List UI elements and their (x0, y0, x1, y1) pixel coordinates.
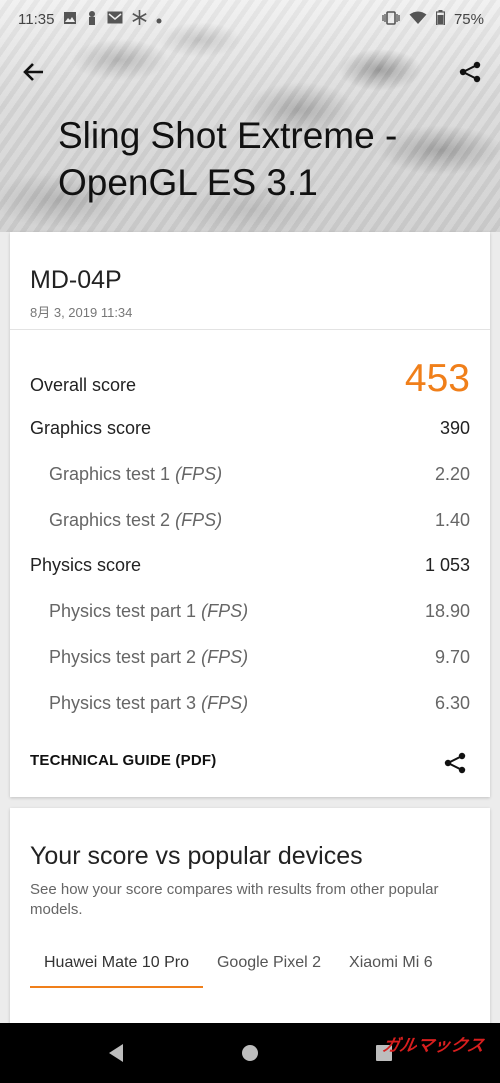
tab-xiaomi-mi-6[interactable]: Xiaomi Mi 6 (335, 948, 447, 988)
snowflake-icon (132, 10, 148, 28)
wifi-icon (409, 11, 427, 28)
result-date: 8月 3, 2019 11:34 (30, 305, 133, 320)
test-name: Physics test part 1 (49, 600, 197, 621)
overall-score-row: Overall score 453 (10, 354, 490, 404)
status-time: 11:35 (18, 10, 55, 28)
status-left: 11:35 (18, 10, 162, 28)
result-card: MD-04P 8月 3, 2019 11:34 Overall score 45… (10, 232, 490, 797)
physics-test-value: 9.70 (434, 646, 470, 667)
tab-huawei-mate-10-pro[interactable]: Huawei Mate 10 Pro (30, 948, 203, 988)
device-tabs: Huawei Mate 10 Pro Google Pixel 2 Xiaomi… (30, 948, 447, 988)
test-unit: (FPS) (175, 463, 223, 484)
home-circle-icon[interactable] (238, 1041, 262, 1065)
graphics-score-row: Graphics score 390 (10, 413, 490, 443)
test-unit: (FPS) (175, 509, 223, 530)
share-icon[interactable] (450, 52, 490, 92)
back-triangle-icon[interactable] (104, 1041, 128, 1065)
comparison-description: See how your score compares with results… (30, 881, 439, 918)
graphics-test-value: 1.40 (434, 509, 470, 530)
test-unit: (FPS) (201, 646, 249, 667)
battery-percent: 75% (453, 10, 484, 28)
graphics-test-row: Graphics test 2 (FPS) 1.40 (10, 505, 490, 535)
graphics-score-label: Graphics score (30, 417, 152, 438)
test-name: Physics test part 3 (49, 692, 197, 713)
graphics-test-row: Graphics test 1 (FPS) 2.20 (10, 459, 490, 489)
test-name: Physics test part 2 (49, 646, 197, 667)
physics-test-label: Physics test part 2 (FPS) (30, 647, 248, 668)
comparison-card: Your score vs popular devices See how yo… (10, 808, 490, 1038)
overall-score-label: Overall score (30, 374, 137, 395)
overall-score-value: 453 (404, 357, 470, 400)
physics-test-value: 18.90 (424, 600, 470, 621)
test-name: Graphics test 1 (49, 463, 171, 484)
graphics-score-value: 390 (439, 417, 470, 438)
physics-test-row: Physics test part 2 (FPS) 9.70 (10, 642, 490, 672)
divider (10, 329, 490, 330)
graphics-test-label: Graphics test 2 (FPS) (30, 510, 222, 531)
graphics-test-label: Graphics test 1 (FPS) (30, 464, 222, 485)
comparison-title: Your score vs popular devices (30, 842, 363, 870)
physics-score-value: 1 053 (424, 554, 470, 575)
page-title: Sling Shot Extreme - OpenGL ES 3.1 (58, 115, 398, 203)
physics-test-value: 6.30 (434, 692, 470, 713)
tab-google-pixel-2[interactable]: Google Pixel 2 (203, 948, 335, 988)
mail-icon (107, 11, 123, 27)
watermark-logo: ガルマックス (380, 1036, 486, 1056)
test-unit: (FPS) (201, 692, 249, 713)
dot-icon (156, 11, 162, 27)
vibrate-icon (382, 10, 400, 28)
back-arrow-icon[interactable] (14, 52, 54, 92)
physics-score-label: Physics score (30, 554, 142, 575)
technical-guide-link[interactable]: TECHNICAL GUIDE (PDF) (30, 752, 216, 769)
physics-test-row: Physics test part 1 (FPS) 18.90 (10, 596, 490, 626)
physics-test-label: Physics test part 3 (FPS) (30, 693, 248, 714)
image-icon (63, 11, 77, 28)
graphics-test-value: 2.20 (434, 463, 470, 484)
device-name: MD-04P (30, 266, 122, 294)
test-name: Graphics test 2 (49, 509, 171, 530)
physics-score-row: Physics score 1 053 (10, 550, 490, 580)
share-icon[interactable] (440, 748, 470, 778)
status-bar: 11:35 75% (0, 0, 500, 38)
battery-icon (435, 10, 446, 28)
test-unit: (FPS) (201, 600, 249, 621)
person-icon (86, 10, 98, 28)
physics-test-row: Physics test part 3 (FPS) 6.30 (10, 688, 490, 718)
physics-test-label: Physics test part 1 (FPS) (30, 601, 248, 622)
status-right: 75% (382, 10, 484, 28)
